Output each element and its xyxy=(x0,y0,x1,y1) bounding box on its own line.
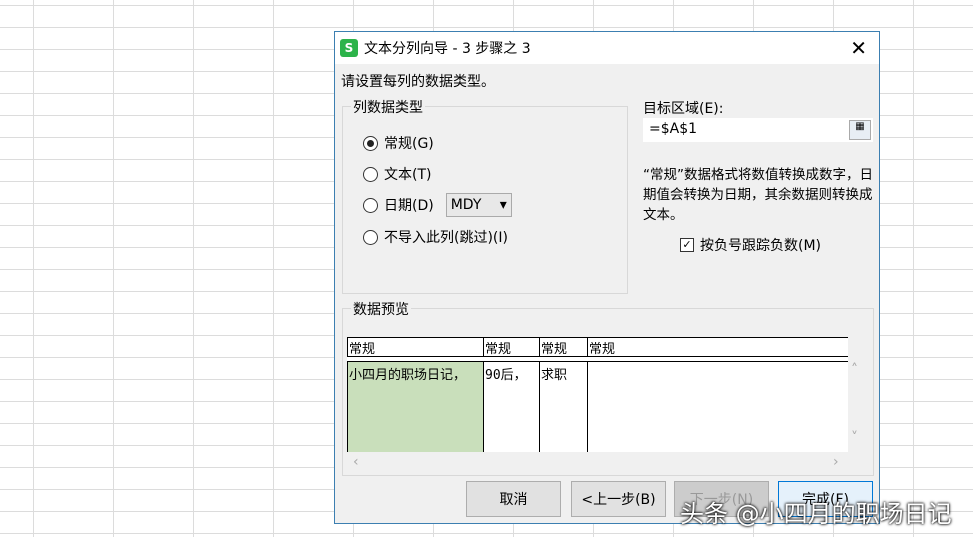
checkbox-label: 按负号跟踪负数(M) xyxy=(700,238,822,254)
instruction: 请设置每列的数据类型。 xyxy=(341,74,495,90)
header-cell[interactable]: 常规 xyxy=(347,338,483,357)
radio-icon xyxy=(363,197,378,213)
scroll-down-icon[interactable]: ˅ xyxy=(851,430,858,446)
group-label: 数据预览 xyxy=(351,299,411,319)
watermark: 头条 @小四月的职场日记 xyxy=(680,500,952,528)
scroll-left-icon[interactable]: ‹ xyxy=(353,454,359,470)
select-value: MDY xyxy=(450,197,482,213)
range-picker-icon[interactable]: ▦ xyxy=(849,120,871,140)
radio-label: 常规(G) xyxy=(384,136,434,152)
close-icon[interactable]: ✕ xyxy=(850,36,867,60)
back-button[interactable]: <上一步(B) xyxy=(571,481,666,517)
title-bar: S 文本分列向导 - 3 步骤之 3 ✕ xyxy=(335,32,879,64)
target-value: =$A$1 xyxy=(649,121,698,137)
scroll-up-icon[interactable]: ˄ xyxy=(851,362,858,378)
header-cell[interactable]: 常规 xyxy=(539,338,587,357)
preview-cell: 求职 xyxy=(539,362,587,452)
date-format-select[interactable]: MDY ▾ xyxy=(445,193,512,217)
preview-cell: 小四月的职场日记， xyxy=(347,362,483,452)
checkbox-checked-icon: ✓ xyxy=(680,238,694,252)
group-label: 列数据类型 xyxy=(351,97,425,117)
radio-skip[interactable]: 不导入此列(跳过)(I) xyxy=(363,227,508,247)
header-cell[interactable]: 常规 xyxy=(483,338,539,357)
negative-checkbox[interactable]: ✓ 按负号跟踪负数(M) xyxy=(680,235,821,255)
radio-label: 不导入此列(跳过)(I) xyxy=(384,230,508,246)
dialog-title: 文本分列向导 - 3 步骤之 3 xyxy=(364,41,531,57)
preview-grid[interactable]: 常规 常规 常规 常规 小四月的职场日记， 90后， 求职 xyxy=(347,337,848,452)
target-input[interactable]: =$A$1 ▦ xyxy=(643,118,873,142)
cancel-button[interactable]: 取消 xyxy=(466,481,561,517)
app-logo-icon: S xyxy=(340,39,358,57)
target-label: 目标区域(E): xyxy=(643,101,724,117)
radio-date[interactable]: 日期(D) MDY ▾ xyxy=(363,193,512,217)
format-description: “常规”数据格式将数值转换成数字，日期值会转换为日期，其余数据则转换成文本。 xyxy=(643,167,873,223)
radio-label: 日期(D) xyxy=(384,198,434,214)
preview-row: 小四月的职场日记， 90后， 求职 xyxy=(347,361,848,452)
scroll-right-icon[interactable]: › xyxy=(833,454,839,470)
preview-header: 常规 常规 常规 常规 xyxy=(347,337,848,357)
column-type-group: 列数据类型 常规(G) 文本(T) 日期(D) MDY ▾ 不导入此列(跳过)(I… xyxy=(342,97,628,294)
radio-icon xyxy=(363,229,378,245)
radio-label: 文本(T) xyxy=(384,167,432,183)
text-to-columns-dialog: S 文本分列向导 - 3 步骤之 3 ✕ 请设置每列的数据类型。 列数据类型 常… xyxy=(334,31,880,524)
radio-icon xyxy=(363,135,378,151)
chevron-down-icon: ▾ xyxy=(499,197,507,213)
preview-cell xyxy=(587,362,847,452)
radio-general[interactable]: 常规(G) xyxy=(363,133,434,153)
preview-cell: 90后， xyxy=(483,362,539,452)
radio-text[interactable]: 文本(T) xyxy=(363,164,431,184)
radio-icon xyxy=(363,166,378,182)
header-cell[interactable]: 常规 xyxy=(587,338,847,357)
